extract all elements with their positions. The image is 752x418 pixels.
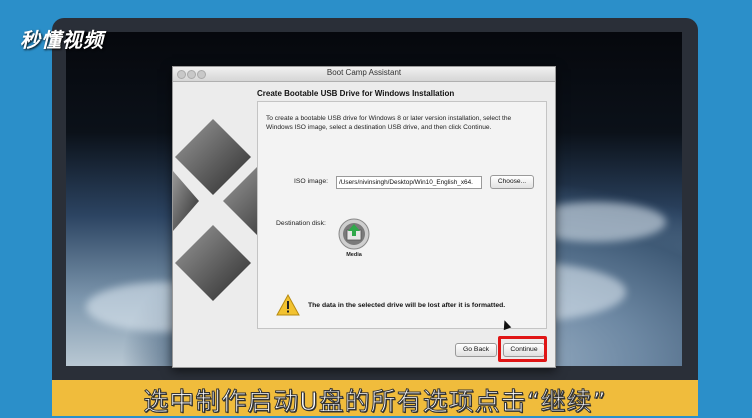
warning-text: The data in the selected drive will be l…	[308, 302, 506, 309]
subtitle-text: 选中制作启动U盘的所有选项点击“继续”	[143, 387, 607, 417]
brand-logo: 秒懂视频	[20, 28, 104, 52]
window-title: Boot Camp Assistant	[326, 68, 402, 77]
warning-icon	[276, 294, 300, 316]
iso-label: ISO image:	[294, 178, 328, 185]
usb-drive-icon[interactable]	[338, 218, 370, 250]
subtitle-bar: 选中制作启动U盘的所有选项点击“继续”	[52, 380, 698, 417]
boot-camp-window: Boot Camp Assistant Create Bootable USB …	[172, 66, 556, 368]
destination-label: Destination disk:	[276, 220, 326, 227]
media-label: Media	[346, 252, 362, 258]
instructions-text: To create a bootable USB drive for Windo…	[266, 115, 512, 131]
continue-highlight-box	[498, 336, 547, 362]
window-titlebar: Boot Camp Assistant	[173, 67, 555, 82]
choose-button[interactable]: Choose...	[490, 175, 534, 189]
iso-path-field[interactable]: /Users/nivinsingh/Desktop/Win10_English_…	[336, 176, 482, 189]
page-heading: Create Bootable USB Drive for Windows In…	[257, 89, 455, 98]
go-back-button[interactable]: Go Back	[455, 343, 497, 357]
content-panel: To create a bootable USB drive for Windo…	[257, 101, 547, 329]
